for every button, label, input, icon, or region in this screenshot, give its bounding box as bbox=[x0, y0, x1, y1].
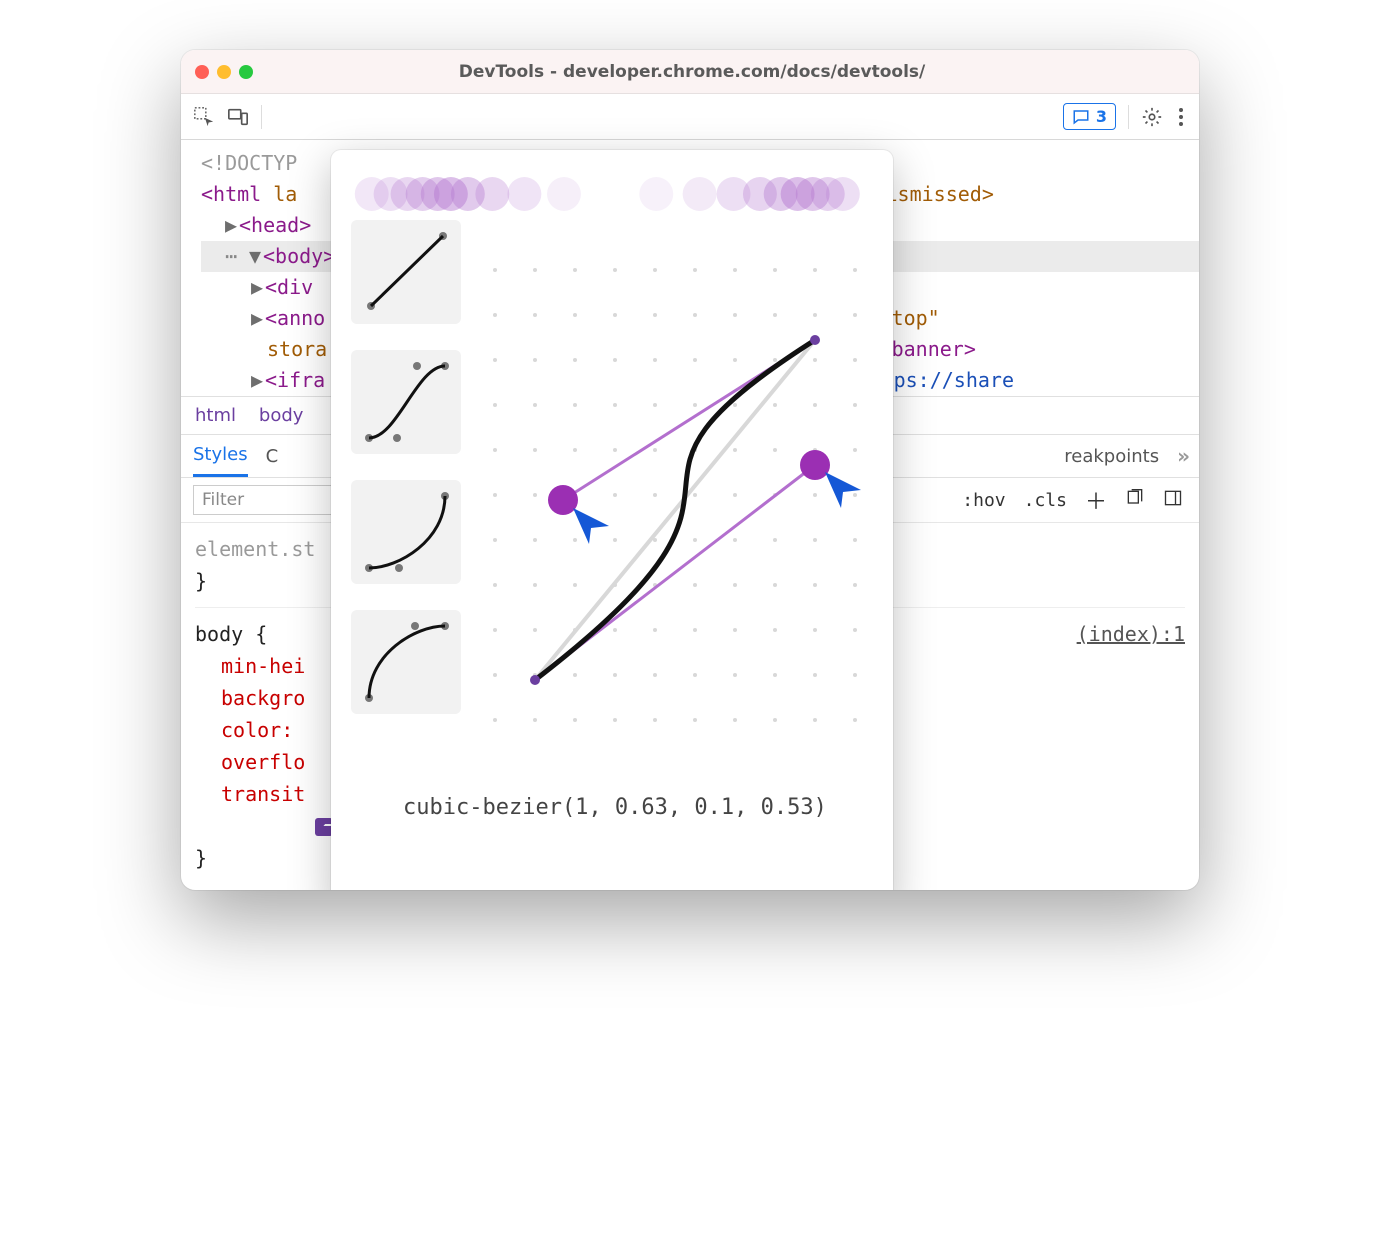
bezier-handle-p2[interactable] bbox=[548, 485, 578, 515]
element-style-selector[interactable]: element.st bbox=[195, 537, 315, 561]
devtools-window: DevTools - developer.chrome.com/docs/dev… bbox=[181, 50, 1199, 890]
tab-styles[interactable]: Styles bbox=[193, 435, 248, 477]
devtools-toolbar: 3 bbox=[181, 94, 1199, 140]
doctype-node: <!DOCTYP bbox=[201, 151, 297, 175]
feedback-count: 3 bbox=[1096, 107, 1107, 126]
bezier-presets bbox=[351, 220, 461, 785]
preset-ease-in-out[interactable] bbox=[351, 350, 461, 454]
preset-ease-out[interactable] bbox=[351, 610, 461, 714]
cls-toggle[interactable]: .cls bbox=[1020, 490, 1071, 511]
preset-ease-in[interactable] bbox=[351, 480, 461, 584]
more-tabs-icon[interactable]: » bbox=[1177, 444, 1187, 468]
copy-styles-icon[interactable] bbox=[1121, 488, 1149, 513]
head-node[interactable]: <head> bbox=[239, 213, 311, 237]
style-source-link[interactable]: (index):1 bbox=[1077, 618, 1185, 650]
maximize-window-button[interactable] bbox=[239, 65, 253, 79]
traffic-lights bbox=[195, 65, 253, 79]
bezier-handle-p1[interactable] bbox=[800, 450, 830, 480]
filter-input[interactable]: Filter bbox=[193, 485, 333, 515]
more-menu-icon[interactable] bbox=[1175, 104, 1187, 130]
breadcrumb-html[interactable]: html bbox=[195, 405, 236, 426]
window-title: DevTools - developer.chrome.com/docs/dev… bbox=[253, 62, 1131, 82]
body-selector[interactable]: body { bbox=[195, 622, 267, 646]
bezier-curve-canvas[interactable] bbox=[475, 220, 875, 785]
toggle-sidebar-icon[interactable] bbox=[1159, 488, 1187, 513]
iframe-node[interactable]: <ifra bbox=[265, 368, 325, 392]
breadcrumb-body[interactable]: body bbox=[259, 405, 304, 426]
anno-node[interactable]: <anno bbox=[265, 306, 325, 330]
div-node[interactable]: <div bbox=[265, 275, 313, 299]
tab-computed[interactable]: C bbox=[266, 435, 279, 477]
preset-linear[interactable] bbox=[351, 220, 461, 324]
bezier-preview-animation bbox=[351, 172, 873, 216]
storage-attr: stora bbox=[267, 337, 327, 361]
new-style-rule-icon[interactable]: ＋ bbox=[1081, 484, 1111, 516]
hov-toggle[interactable]: :hov bbox=[958, 490, 1009, 511]
feedback-button[interactable]: 3 bbox=[1063, 103, 1116, 130]
bezier-value-label: cubic-bezier(1, 0.63, 0.1, 0.53) bbox=[351, 795, 873, 820]
gear-icon[interactable] bbox=[1141, 106, 1163, 128]
html-tag[interactable]: <html bbox=[201, 182, 261, 206]
prop-transition[interactable]: transit bbox=[195, 782, 305, 806]
tab-breakpoints[interactable]: reakpoints bbox=[1064, 435, 1159, 477]
close-window-button[interactable] bbox=[195, 65, 209, 79]
body-node-selected[interactable]: <body> bbox=[263, 244, 335, 268]
device-toggle-icon[interactable] bbox=[227, 106, 249, 128]
titlebar: DevTools - developer.chrome.com/docs/dev… bbox=[181, 50, 1199, 94]
minimize-window-button[interactable] bbox=[217, 65, 231, 79]
cubic-bezier-editor[interactable]: cubic-bezier(1, 0.63, 0.1, 0.53) bbox=[331, 150, 893, 890]
inspect-element-icon[interactable] bbox=[193, 106, 215, 128]
